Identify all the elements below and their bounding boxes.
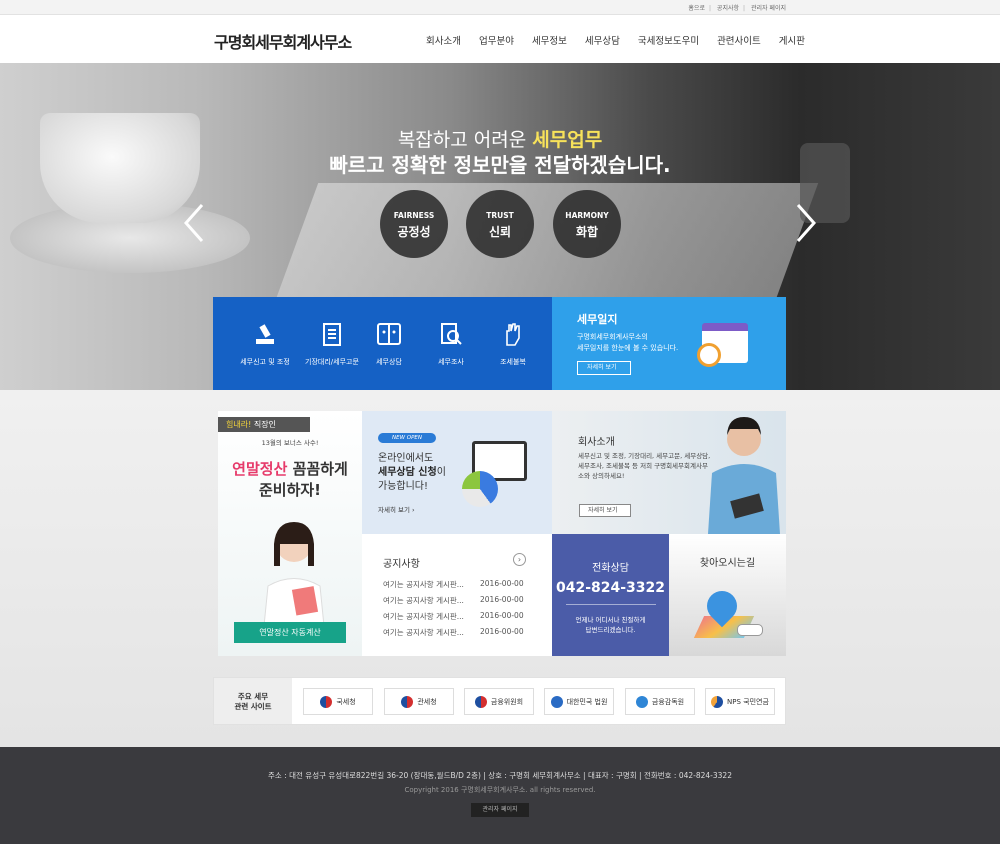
diary-desc: 구명회세무회계사무소의 세무일지를 한눈에 볼 수 있습니다. — [577, 333, 679, 352]
hero-headline-2: 빠르고 정확한 정보만을 전달하겠습니다. — [329, 153, 671, 177]
directions-panel[interactable]: 찾아오시는길 — [669, 534, 786, 656]
site-logo[interactable]: 구명회세무회계사무소 — [214, 29, 352, 53]
service-tax-filing[interactable]: 세무신고 및 조정 — [235, 321, 295, 367]
notice-row[interactable]: 여기는 공지사항 게시판... 2016-00-00 — [383, 627, 524, 638]
businessman-image — [708, 417, 780, 534]
online-line-1: 온라인에서도 — [378, 453, 434, 464]
seal-stamp-icon — [256, 324, 274, 344]
nav-item-board[interactable]: 게시판 — [779, 33, 805, 47]
hero-headline-1: 복잡하고 어려운 세무업무 — [397, 129, 603, 151]
raised-hand-icon — [506, 323, 520, 346]
hero-highlight: 세무업무 — [532, 129, 603, 151]
nav-item-business[interactable]: 업무분야 — [479, 33, 514, 47]
online-line-3: 가능합니다! — [378, 481, 429, 492]
site-header: 구명회세무회계사무소 회사소개 업무분야 세무정보 세무상담 국세정보도우미 관… — [0, 15, 1000, 63]
phone-desc: 언제나 어디서나 친절하게 답변드리겠습니다. — [575, 616, 646, 634]
site-link-fsc[interactable]: 금융위원회 — [464, 688, 534, 715]
site-link-court[interactable]: 대한민국 법원 — [544, 688, 614, 715]
nps-logo-icon — [711, 695, 724, 708]
service-strip: 세무신고 및 조정 기장대리/세무고문 세무상담 세무조사 조세불복 — [213, 297, 552, 390]
auto-calc-button[interactable]: 연말정산 자동계산 — [234, 622, 346, 643]
service-investigation[interactable]: 세무조사 — [421, 321, 481, 367]
service-appeal[interactable]: 조세불복 — [483, 321, 543, 367]
notice-link[interactable]: 공지사항 — [717, 5, 739, 12]
magnify-doc-icon — [441, 323, 462, 345]
diary-title: 세무일지 — [577, 313, 618, 326]
site-link-nts[interactable]: 국세청 — [303, 688, 373, 715]
divider — [565, 604, 656, 605]
top-utility-bar: 홈으로 | 공지사항 | 관리자 페이지 — [0, 0, 1000, 15]
site-footer: 주소 : 대전 유성구 유성대로822번길 36-20 (장대동,월드B/D 2… — [0, 747, 1000, 844]
alarm-clock-icon — [697, 343, 721, 367]
company-intro-panel: 회사소개 세무신고 및 조정, 기장대리, 세무고문, 세무상담, 세무조사, … — [552, 411, 786, 534]
directions-title: 찾아오시는길 — [699, 558, 756, 569]
fsc-logo-icon — [474, 695, 487, 708]
related-sites-label: 주요 세무 관련 사이트 — [214, 678, 292, 724]
pie-chart-icon — [462, 471, 498, 507]
nav-item-about[interactable]: 회사소개 — [426, 33, 461, 47]
nav-item-related-sites[interactable]: 관련사이트 — [717, 33, 761, 47]
online-more-link[interactable]: 자세히 보기 › — [378, 504, 415, 514]
phone-consult-panel[interactable]: 전화상담 042-824-3322 언제나 어디서나 친절하게 답변드리겠습니다. — [552, 534, 669, 656]
value-circle-fairness: FAIRNESS 공정성 — [380, 190, 448, 258]
notice-title: 공지사항 — [383, 559, 420, 570]
related-sites-bar: 주요 세무 관련 사이트 국세청 관세청 금융위원회 대한민국 법원 금융감독원 … — [213, 677, 786, 725]
promo-tag: 힘내라! 직장인 — [218, 417, 310, 432]
value-circle-trust: TRUST 신뢰 — [466, 190, 534, 258]
main-nav: 회사소개 업무분야 세무정보 세무상담 국세정보도우미 관련사이트 게시판 — [426, 33, 823, 47]
next-slide-arrow-icon[interactable] — [795, 203, 817, 243]
woman-with-book-image — [263, 522, 325, 626]
site-link-fss[interactable]: 금융감독원 — [625, 688, 695, 715]
notice-row[interactable]: 여기는 공지사항 게시판... 2016-00-00 — [383, 595, 524, 606]
company-desc: 세무신고 및 조정, 기장대리, 세무고문, 세무상담, 세무조사, 조세불복 … — [578, 452, 711, 480]
footer-admin-button[interactable]: 관리자 페이지 — [471, 803, 529, 817]
site-link-nps[interactable]: NPS 국민연금 — [705, 688, 775, 715]
notice-row[interactable]: 여기는 공지사항 게시판... 2016-00-00 — [383, 579, 524, 590]
finder-face-icon — [377, 323, 401, 345]
prev-slide-arrow-icon[interactable] — [183, 203, 205, 243]
company-more-button[interactable]: 자세히 보기 — [579, 504, 631, 517]
footer-copyright: Copyright 2016 구명회세무회계사무소. all rights re… — [404, 786, 596, 794]
fss-logo-icon — [635, 695, 648, 708]
company-title: 회사소개 — [578, 437, 615, 448]
promo-headline-1: 연말정산 꼼꼼하게 — [232, 460, 348, 478]
phone-title: 전화상담 — [592, 563, 629, 574]
nav-item-consult[interactable]: 세무상담 — [585, 33, 620, 47]
footer-address: 주소 : 대전 유성구 유성대로822번길 36-20 (장대동,월드B/D 2… — [268, 771, 732, 780]
admin-link[interactable]: 관리자 페이지 — [751, 5, 786, 12]
separator: | — [743, 5, 746, 12]
document-list-icon — [323, 323, 341, 346]
car-icon — [737, 624, 763, 636]
promo-headline-2: 준비하자! — [258, 481, 322, 499]
new-open-badge: NEW OPEN — [378, 433, 436, 443]
service-consult[interactable]: 세무상담 — [359, 321, 419, 367]
nav-item-tax-info[interactable]: 세무정보 — [532, 33, 567, 47]
diary-more-button[interactable]: 자세히 보기 — [577, 361, 631, 375]
notice-board: 공지사항 › 여기는 공지사항 게시판... 2016-00-00 여기는 공지사… — [362, 534, 552, 656]
nts-logo-icon — [320, 695, 333, 708]
tax-diary-panel: 세무일지 구명회세무회계사무소의 세무일지를 한눈에 볼 수 있습니다. 자세히 … — [552, 297, 786, 390]
online-line-2: 세무상담 신청이 — [378, 467, 446, 478]
top-links: 홈으로 | 공지사항 | 관리자 페이지 — [684, 3, 786, 12]
notice-more-icon[interactable]: › — [513, 553, 526, 566]
notice-row[interactable]: 여기는 공지사항 게시판... 2016-00-00 — [383, 611, 524, 622]
promo-subtitle: 13월의 보너스 사수! — [261, 439, 319, 447]
year-end-settlement-promo: 힘내라! 직장인 13월의 보너스 사수! 연말정산 꼼꼼하게 준비하자! 연말… — [218, 411, 362, 656]
separator: | — [708, 5, 711, 12]
customs-logo-icon — [401, 695, 414, 708]
value-circle-harmony: HARMONY 화합 — [553, 190, 621, 258]
home-link[interactable]: 홈으로 — [688, 5, 705, 12]
online-consult-panel: NEW OPEN 온라인에서도 세무상담 신청이 가능합니다! 자세히 보기 › — [362, 411, 552, 534]
court-logo-icon — [550, 695, 563, 708]
service-bookkeeping[interactable]: 기장대리/세무고문 — [302, 321, 362, 367]
site-link-customs[interactable]: 관세청 — [384, 688, 454, 715]
nav-item-national-tax[interactable]: 국세정보도우미 — [638, 33, 699, 47]
phone-number: 042-824-3322 — [555, 580, 666, 596]
